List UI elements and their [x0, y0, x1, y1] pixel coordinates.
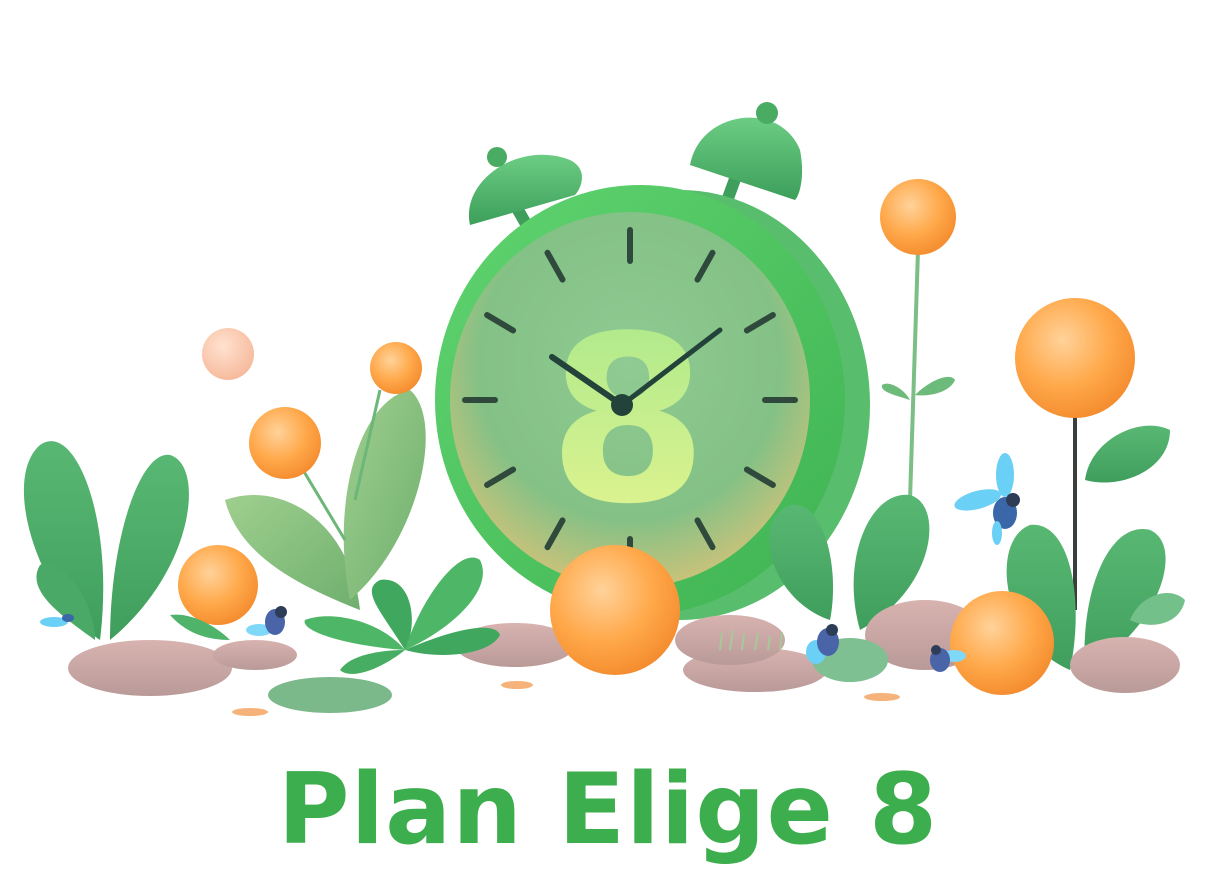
stone: [1070, 637, 1180, 693]
orange-fruit-icon: [178, 545, 258, 625]
ground-dot: [232, 708, 268, 716]
orange-fruit-icon: [950, 591, 1054, 695]
leaf-icon: [881, 383, 910, 400]
illustration-scene: 8: [23, 102, 1185, 716]
page-title: Plan Elige 8: [277, 753, 939, 867]
clock-bell-right: [690, 117, 803, 200]
bug-icon: [246, 606, 287, 636]
bug-icon: [954, 453, 1020, 545]
orange-fruit-icon: [249, 407, 321, 479]
leaf-icon: [1085, 425, 1170, 483]
orange-fruit-icon: [550, 545, 680, 675]
orange-fruit-icon: [370, 342, 422, 394]
bug-icon: [40, 614, 74, 627]
stem: [908, 249, 920, 501]
left-plant: [23, 441, 189, 640]
leaf-icon: [915, 376, 955, 396]
stone: [268, 677, 392, 713]
ground-dot: [864, 693, 900, 701]
pale-orb: [202, 328, 254, 380]
ground-dot: [501, 681, 533, 689]
orange-fruit-icon: [880, 179, 956, 255]
orange-fruit-icon: [1015, 298, 1135, 418]
leaf-icon: [110, 454, 189, 640]
stone: [68, 640, 232, 696]
clock-numeral: 8: [548, 288, 708, 555]
stone: [213, 640, 297, 670]
